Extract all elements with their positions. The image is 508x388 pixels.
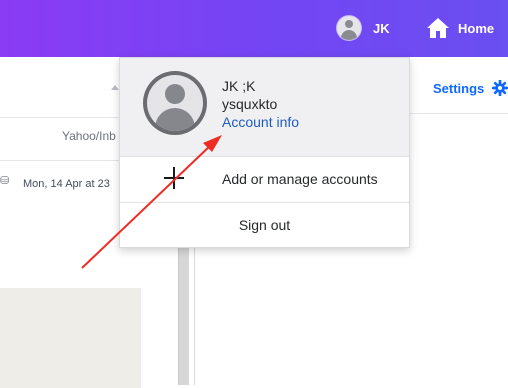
settings-label: Settings [433, 80, 485, 96]
home-button[interactable]: Home [426, 14, 494, 42]
account-menu-button[interactable]: JK [337, 15, 390, 41]
add-accounts-label: Add or manage accounts [222, 171, 378, 187]
caret-up-icon[interactable] [111, 85, 119, 90]
account-display-name: JK ;K [222, 78, 256, 94]
avatar-icon [143, 71, 207, 135]
account-username: ysquxkto [222, 96, 278, 112]
gear-icon [492, 80, 508, 96]
account-dropdown: JK ;K ysquxkto Account info Add or manag… [119, 57, 410, 248]
top-bar: JK Home [0, 0, 508, 57]
account-summary: JK ;K ysquxkto Account info [120, 58, 409, 157]
settings-button[interactable]: Settings [433, 80, 508, 96]
home-label: Home [458, 20, 495, 36]
home-icon [427, 18, 449, 38]
add-manage-accounts-item[interactable]: Add or manage accounts [120, 156, 409, 203]
user-initials: JK [373, 20, 390, 36]
message-preview-block [0, 288, 141, 388]
sign-out-item[interactable]: Sign out [120, 203, 409, 247]
sign-out-label: Sign out [238, 217, 291, 233]
plus-icon [164, 167, 186, 189]
avatar-icon [337, 16, 361, 40]
scrollbar[interactable] [178, 247, 189, 385]
message-date: Mon, 14 Apr at 23 [23, 178, 110, 190]
account-info-link[interactable]: Account info [222, 114, 299, 130]
folder-path-text: Yahoo/Inb [62, 129, 116, 143]
attachment-icon: ⛁ [0, 175, 10, 187]
